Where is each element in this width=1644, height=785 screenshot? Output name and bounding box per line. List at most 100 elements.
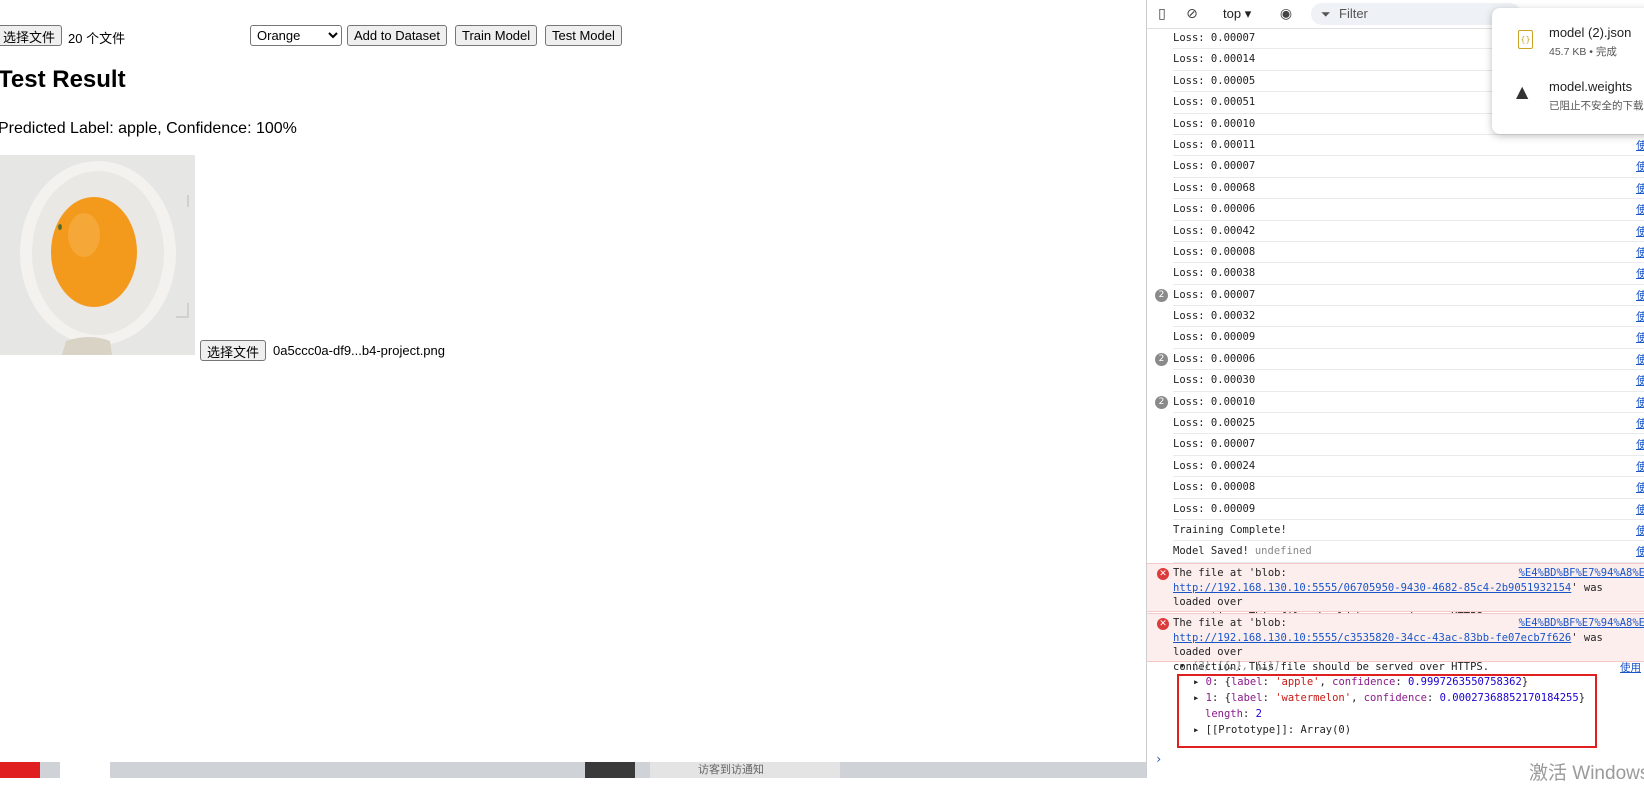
console-log-row: Loss: 0.00008 使 xyxy=(1173,242,1644,264)
download-meta: 已阻止不安全的下载 xyxy=(1549,100,1644,112)
log-source-link[interactable]: 使 xyxy=(1636,477,1644,498)
console-log-row: 2 Loss: 0.00007 使 xyxy=(1155,285,1644,307)
download-item[interactable]: ▲ model.weights 已阻止不安全的下载 xyxy=(1492,70,1644,120)
blob-url-link[interactable]: http://192.168.130.10:5555/06705950-9430… xyxy=(1173,582,1571,594)
log-message: Loss: 0.00014 xyxy=(1173,53,1256,66)
array-summary[interactable]: ▾ (2) [{…}, {…}] xyxy=(1179,660,1280,672)
log-message: Model Saved! xyxy=(1173,545,1249,558)
console-log-row: Loss: 0.00068 使 xyxy=(1173,178,1644,200)
context-selector[interactable]: top ▾ xyxy=(1223,6,1251,22)
log-source-link[interactable]: 使 xyxy=(1636,242,1644,263)
context-label: top xyxy=(1223,6,1242,21)
filter-input[interactable]: ⏷ Filter xyxy=(1311,3,1521,25)
console-log-row: 2 Loss: 0.00006 使 xyxy=(1155,349,1644,371)
error-source-link[interactable]: %E4%BD%BF%E7%94%A8%E xyxy=(1519,616,1644,631)
log-message: Loss: 0.00009 xyxy=(1173,331,1256,344)
prediction-text: Predicted Label: apple, Confidence: 100% xyxy=(0,120,297,137)
download-item[interactable]: {} model (2).json 45.7 KB • 完成 xyxy=(1492,16,1644,66)
expand-arrow-icon[interactable]: ▾ xyxy=(1179,660,1192,672)
taskbar-app-red[interactable] xyxy=(0,762,40,778)
repeat-count-badge: 2 xyxy=(1155,395,1168,409)
log-message: Loss: 0.00005 xyxy=(1173,74,1256,87)
download-meta: 45.7 KB • 完成 xyxy=(1549,46,1617,58)
log-source-link[interactable]: 使 xyxy=(1636,156,1644,177)
json-file-icon: {} xyxy=(1518,30,1533,49)
log-message: Loss: 0.00008 xyxy=(1173,481,1256,494)
log-message: Loss: 0.00006 xyxy=(1173,203,1256,216)
log-message: Loss: 0.00051 xyxy=(1173,96,1256,109)
console-log-row: 2 Loss: 0.00010 使 xyxy=(1155,392,1644,414)
log-source-link[interactable]: 使 xyxy=(1636,434,1644,455)
taskbar-app[interactable] xyxy=(60,762,110,778)
console-log-row: Loss: 0.00042 使 xyxy=(1173,221,1644,242)
taskbar: 访客到访通知 xyxy=(0,762,1146,778)
log-message: Loss: 0.00010 xyxy=(1173,395,1256,408)
log-message: Loss: 0.00007 xyxy=(1173,32,1256,44)
console-log-row: Loss: 0.00006 使 xyxy=(1173,199,1644,221)
fruit-select[interactable]: Orange xyxy=(250,25,342,46)
repeat-count-badge: 2 xyxy=(1155,352,1168,366)
log-message: Loss: 0.00038 xyxy=(1173,267,1256,280)
array-summary-text: (2) [{…}, {…}] xyxy=(1191,660,1281,672)
clear-console-icon[interactable]: ⊘ xyxy=(1183,5,1201,23)
train-model-button[interactable]: Train Model xyxy=(455,25,538,46)
choose-files-button[interactable]: 选择文件 xyxy=(0,25,63,46)
downloads-popup: {} model (2).json 45.7 KB • 完成 ▲ model.w… xyxy=(1492,8,1644,134)
test-model-button[interactable]: Test Model xyxy=(545,25,622,46)
console-log-row: Loss: 0.00008 使 xyxy=(1173,477,1644,499)
download-name: model (2).json xyxy=(1549,25,1632,40)
log-source-link[interactable]: 使 xyxy=(1636,285,1644,306)
log-return-value: undefined xyxy=(1254,545,1312,558)
console-log-row: Loss: 0.00038 使 xyxy=(1173,263,1644,285)
taskbar-app-dark[interactable] xyxy=(585,762,635,778)
download-name: model.weights xyxy=(1549,79,1633,94)
error-source-link[interactable]: %E4%BD%BF%E7%94%A8%E xyxy=(1519,566,1644,581)
log-source-link[interactable]: 使 xyxy=(1636,520,1644,541)
log-message: Training Complete! xyxy=(1173,523,1287,536)
log-message: Loss: 0.00009 xyxy=(1173,502,1256,515)
log-message: Loss: 0.00032 xyxy=(1173,310,1256,323)
log-source-link[interactable]: 使 xyxy=(1636,370,1644,391)
blob-url-link[interactable]: http://192.168.130.10:5555/c3535820-34cc… xyxy=(1173,632,1571,644)
log-source-link[interactable]: 使 xyxy=(1636,413,1644,434)
log-message: Loss: 0.00010 xyxy=(1173,117,1256,130)
add-to-dataset-button[interactable]: Add to Dataset xyxy=(347,25,447,46)
eye-icon[interactable]: ◉ xyxy=(1277,5,1295,23)
filter-icon: ⏷ xyxy=(1321,7,1331,21)
log-source-link[interactable]: 使 xyxy=(1636,199,1644,220)
filter-placeholder: Filter xyxy=(1339,6,1368,21)
log-source-link[interactable]: 使 xyxy=(1636,541,1644,562)
console-errors: ✕ The file at 'blob: http://192.168.130.… xyxy=(1147,563,1644,673)
log-source-link[interactable]: 使 xyxy=(1636,456,1644,477)
choose-test-file-button[interactable]: 选择文件 xyxy=(200,340,267,361)
log-source-link[interactable]: 使 xyxy=(1636,306,1644,327)
test-file-name: 0a5ccc0a-df9...b4-project.png xyxy=(273,343,445,358)
log-message: Loss: 0.00024 xyxy=(1173,459,1256,472)
log-source-link[interactable]: 使 xyxy=(1636,499,1644,520)
log-source-link[interactable]: 使 xyxy=(1636,327,1644,348)
log-source-link[interactable]: 使 xyxy=(1636,135,1644,156)
error-icon: ✕ xyxy=(1157,618,1169,630)
log-source-link[interactable]: 使 xyxy=(1636,349,1644,370)
test-image-preview xyxy=(0,155,195,355)
console-log-row: Loss: 0.00024 使 xyxy=(1173,456,1644,478)
log-message: Loss: 0.00007 xyxy=(1173,288,1256,301)
sidebar-toggle-icon[interactable]: ▯ xyxy=(1153,5,1171,23)
log-source-link[interactable]: 使 xyxy=(1636,178,1644,199)
console-prompt-icon[interactable]: › xyxy=(1155,752,1162,766)
highlight-box xyxy=(1177,674,1597,748)
windows-activation-watermark: 激活 Windows xyxy=(1529,763,1644,784)
console-log-row: Loss: 0.00011 使 xyxy=(1173,135,1644,157)
taskbar-notification[interactable]: 访客到访通知 xyxy=(650,762,840,778)
console-log-row: Loss: 0.00030 使 xyxy=(1173,370,1644,392)
error-icon: ✕ xyxy=(1157,568,1169,580)
log-source-link[interactable]: 使 xyxy=(1636,263,1644,284)
log-message: Loss: 0.00025 xyxy=(1173,417,1256,430)
array-source-link[interactable]: 使用 xyxy=(1620,660,1641,675)
log-source-link[interactable]: 使 xyxy=(1636,221,1644,242)
log-source-link[interactable]: 使 xyxy=(1636,392,1644,413)
files-count-label: 20 个文件 xyxy=(68,31,126,46)
mixed-content-error: ✕ The file at 'blob: http://192.168.130.… xyxy=(1147,563,1644,623)
log-message: Loss: 0.00042 xyxy=(1173,224,1256,237)
mixed-content-error: ✕ The file at 'blob: http://192.168.130.… xyxy=(1147,613,1644,673)
